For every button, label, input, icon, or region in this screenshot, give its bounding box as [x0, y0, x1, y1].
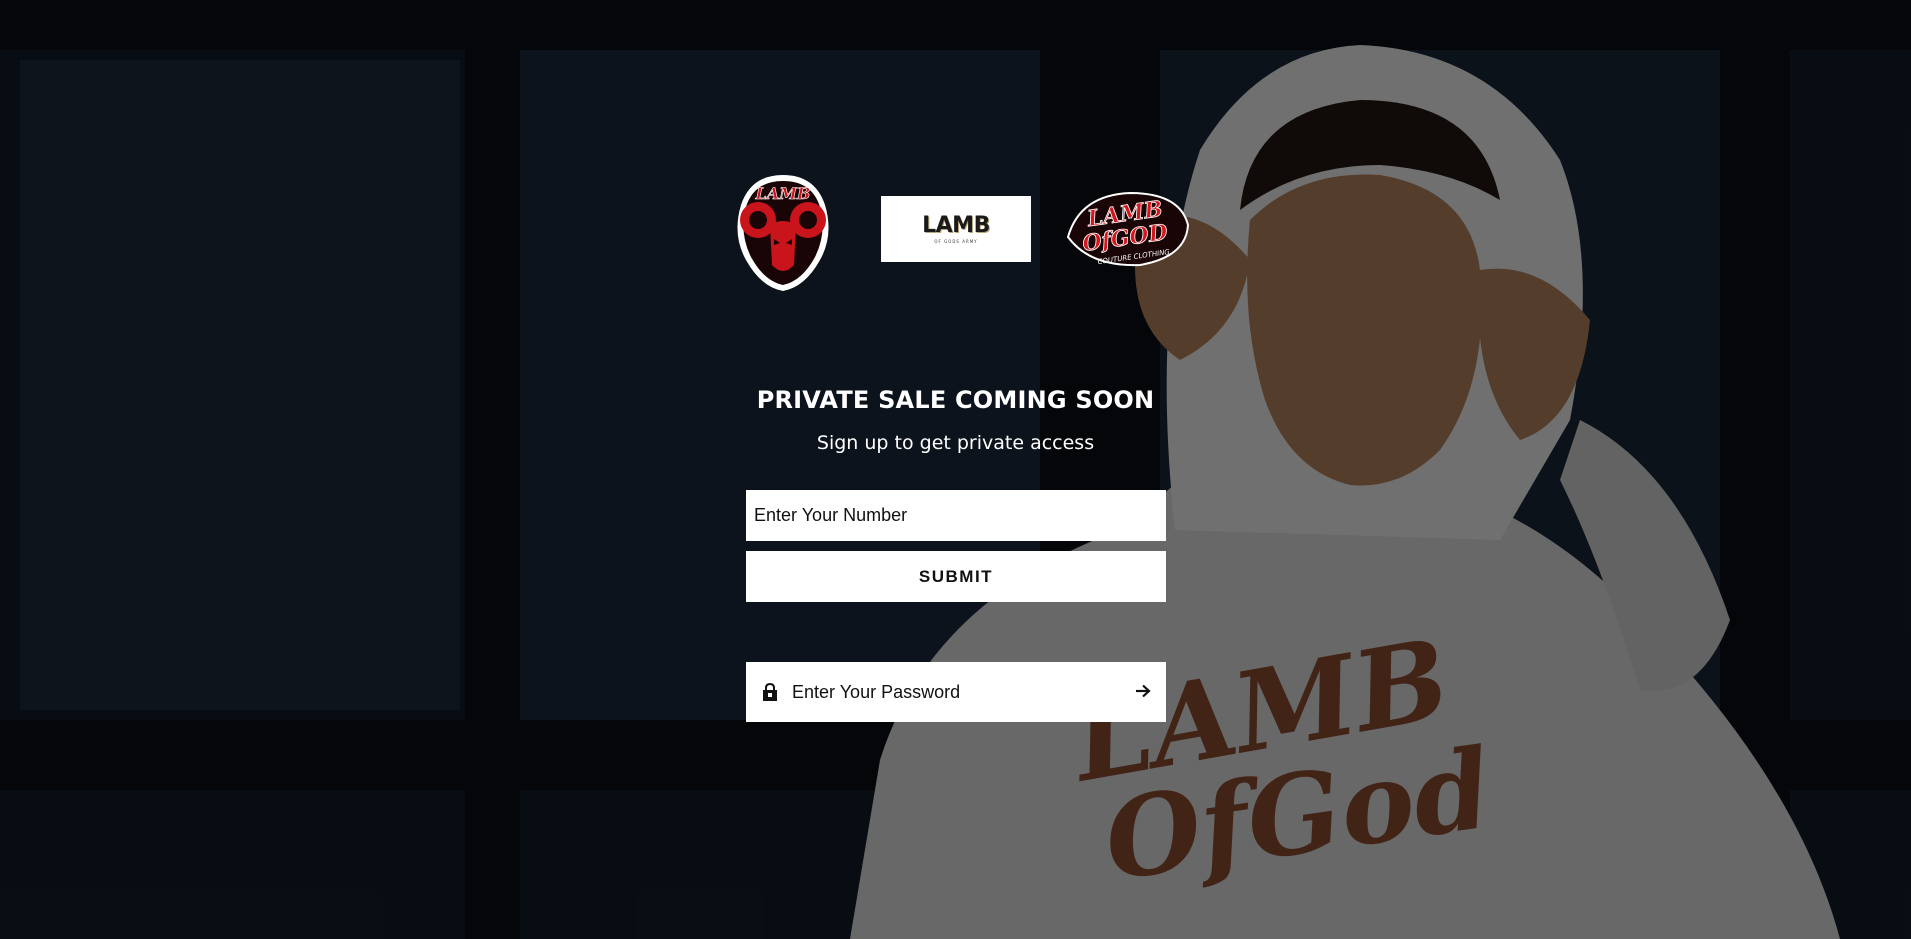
logo-brand-text: LAMB	[922, 212, 990, 238]
lamb-wordmark-logo: LAMB OF GODS ARMY	[881, 196, 1031, 262]
logo-row: LAMB LAMB OF GODS ARMY LAMB OfGOD COUTUR…	[730, 165, 1192, 295]
password-submit-button[interactable]	[1120, 662, 1166, 722]
page-subtitle: Sign up to get private access	[816, 432, 1095, 454]
password-input[interactable]	[790, 662, 1120, 722]
svg-text:LAMB: LAMB	[755, 184, 811, 203]
password-form	[746, 662, 1166, 722]
ram-logo: LAMB	[737, 175, 829, 291]
password-page: LAMB OfGod LAMB LAMB OF GODS ARMY LAMB O…	[0, 0, 1911, 939]
arrow-right-icon	[1135, 684, 1151, 701]
phone-number-input[interactable]	[746, 490, 1166, 541]
lock-icon	[746, 662, 790, 722]
background-overlay	[0, 0, 1911, 939]
submit-button[interactable]: SUBMIT	[746, 551, 1166, 602]
logo-sub-text: OF GODS ARMY	[934, 238, 978, 244]
couture-clothing-logo: LAMB OfGOD COUTURE CLOTHING	[1066, 191, 1190, 267]
page-title: PRIVATE SALE COMING SOON	[756, 386, 1155, 414]
